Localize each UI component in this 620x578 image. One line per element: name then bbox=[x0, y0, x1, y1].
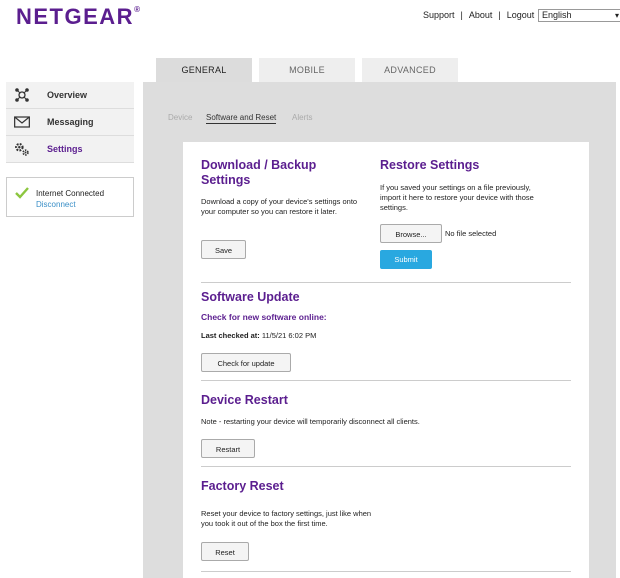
separator: | bbox=[460, 10, 463, 20]
language-select[interactable]: English ▾ bbox=[538, 9, 620, 22]
chevron-down-icon: ▾ bbox=[614, 11, 619, 20]
sidebar-item-label: Overview bbox=[47, 90, 88, 100]
reset-title: Factory Reset bbox=[201, 479, 284, 493]
update-title: Software Update bbox=[201, 290, 300, 304]
divider bbox=[201, 571, 571, 572]
logout-link[interactable]: Logout bbox=[507, 10, 535, 20]
about-link[interactable]: About bbox=[469, 10, 493, 20]
tab-mobile[interactable]: MOBILE bbox=[259, 58, 355, 82]
save-button[interactable]: Save bbox=[201, 240, 246, 259]
sidebar-item-label: Messaging bbox=[47, 117, 94, 127]
subtab-software-reset[interactable]: Software and Reset bbox=[206, 113, 277, 124]
backup-description: Download a copy of your device's setting… bbox=[201, 197, 358, 216]
envelope-icon bbox=[14, 116, 30, 128]
restore-title: Restore Settings bbox=[380, 158, 480, 172]
file-status: No file selected bbox=[445, 229, 497, 238]
check-icon bbox=[15, 187, 29, 201]
divider bbox=[201, 380, 571, 381]
subtab-device[interactable]: Device bbox=[168, 113, 192, 122]
support-link[interactable]: Support bbox=[423, 10, 455, 20]
top-links: Support | About | Logout bbox=[423, 10, 534, 20]
status-text: Internet Connected bbox=[36, 189, 105, 198]
restart-title: Device Restart bbox=[201, 393, 288, 407]
sidebar-item-messaging[interactable]: Messaging bbox=[6, 109, 134, 136]
sidebar-item-label: Settings bbox=[47, 144, 83, 154]
restart-description: Note - restarting your device will tempo… bbox=[201, 417, 420, 426]
sidebar-item-settings[interactable]: Settings bbox=[6, 136, 134, 163]
tab-advanced[interactable]: ADVANCED bbox=[362, 58, 458, 82]
last-checked: Last checked at: 11/5/21 6:02 PM bbox=[201, 331, 401, 341]
connection-status: Internet Connected Disconnect bbox=[6, 177, 134, 217]
separator: | bbox=[498, 10, 501, 20]
sidebar: Overview Messaging Settings bbox=[6, 82, 134, 163]
netgear-logo[interactable]: NETGEAR® bbox=[16, 4, 140, 30]
last-checked-value: 11/5/21 6:02 PM bbox=[261, 331, 317, 340]
submit-button[interactable]: Submit bbox=[380, 250, 432, 269]
reset-button[interactable]: Reset bbox=[201, 542, 249, 561]
tab-general[interactable]: GENERAL bbox=[156, 58, 252, 82]
last-checked-label: Last checked at: bbox=[201, 331, 260, 340]
restart-button[interactable]: Restart bbox=[201, 439, 255, 458]
disconnect-link[interactable]: Disconnect bbox=[36, 200, 76, 209]
reset-description: Reset your device to factory settings, j… bbox=[201, 509, 372, 528]
divider bbox=[201, 282, 571, 283]
backup-title: Download / Backup Settings bbox=[201, 158, 317, 187]
update-subtitle: Check for new software online: bbox=[201, 312, 327, 322]
check-update-button[interactable]: Check for update bbox=[201, 353, 291, 372]
restore-description: If you saved your settings on a file pre… bbox=[380, 183, 534, 212]
subtab-alerts[interactable]: Alerts bbox=[292, 113, 312, 122]
sidebar-item-overview[interactable]: Overview bbox=[6, 82, 134, 109]
divider bbox=[201, 466, 571, 467]
browse-button[interactable]: Browse... bbox=[380, 224, 442, 243]
gears-icon bbox=[14, 141, 30, 157]
network-icon bbox=[14, 87, 30, 103]
